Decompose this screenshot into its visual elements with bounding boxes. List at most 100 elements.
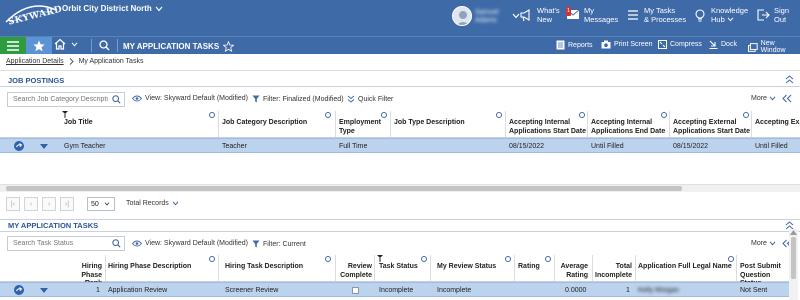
sort-arrow-icon[interactable] — [377, 255, 383, 262]
column-menu-icon[interactable] — [209, 256, 215, 262]
breadcrumb-link[interactable]: Application Details — [6, 58, 64, 65]
sign-out-button[interactable]: Sign Out — [756, 6, 789, 24]
dock-button[interactable]: Dock — [709, 40, 737, 49]
divider — [0, 70, 800, 71]
column-menu-icon[interactable] — [505, 256, 511, 262]
cell-my-review-status: Incomplete — [437, 287, 472, 294]
column-menu-icon[interactable] — [545, 256, 551, 262]
cell-job-category: Teacher — [222, 143, 247, 150]
search-icon[interactable] — [112, 239, 121, 248]
first-page-button[interactable]: |‹ — [6, 197, 20, 211]
collapse-up-icon[interactable] — [785, 75, 794, 84]
district-selector[interactable]: Orbit City District North — [62, 4, 163, 13]
column-menu-icon[interactable] — [325, 112, 331, 118]
column-divider — [374, 255, 375, 281]
col-review-complete[interactable]: Review Complete — [338, 263, 372, 280]
column-divider — [554, 255, 555, 281]
last-page-button[interactable]: ›| — [60, 197, 74, 211]
sort-arrow-icon[interactable] — [62, 111, 68, 118]
col-total-incomplete[interactable]: Total Incomplete — [594, 263, 632, 280]
col-task-status[interactable]: Task Status — [379, 263, 418, 272]
knowledge-hub-button[interactable]: Knowledge Hub — [693, 6, 748, 24]
messages-icon-wrap: 1 — [566, 7, 580, 21]
double-chevron-left-icon[interactable] — [782, 94, 792, 103]
column-menu-icon[interactable] — [579, 112, 585, 118]
job-category-search-input[interactable] — [13, 96, 109, 103]
view-selector[interactable]: View: Skyward Default (Modified) — [132, 240, 248, 247]
vertical-scrollbar[interactable] — [789, 229, 798, 300]
col-hiring-task-desc[interactable]: Hiring Task Description — [225, 263, 303, 272]
col-job-category[interactable]: Job Category Description — [222, 119, 307, 128]
expand-caret-icon[interactable] — [40, 144, 48, 149]
page-size-select[interactable]: 50 — [87, 197, 115, 211]
my-messages-button[interactable]: 1 My Messages — [566, 6, 618, 24]
table-row[interactable]: Gym Teacher Teacher Full Time 08/15/2022… — [0, 138, 800, 153]
compress-label: Compress — [670, 41, 702, 48]
search-icon — [99, 40, 110, 51]
knowledge-label-2: Hub — [711, 15, 725, 24]
expand-caret-icon[interactable] — [40, 288, 48, 293]
column-menu-icon[interactable] — [743, 112, 749, 118]
menu-button[interactable] — [0, 37, 26, 54]
scrollbar-thumb[interactable] — [6, 186, 682, 191]
col-hiring-phase-desc[interactable]: Hiring Phase Description — [108, 263, 191, 272]
new-window-button[interactable]: New Window — [748, 40, 800, 54]
sign-out-label-2: Out — [774, 15, 787, 24]
review-complete-checkbox[interactable] — [352, 287, 359, 294]
tasks-icon — [628, 10, 638, 20]
skyward-logo[interactable]: SKYWARD — [4, 2, 64, 34]
col-job-title[interactable]: Job Title — [64, 119, 93, 128]
column-menu-icon[interactable] — [421, 256, 427, 262]
task-status-search[interactable] — [7, 236, 125, 251]
col-average-rating[interactable]: Average Rating — [556, 263, 588, 280]
column-menu-icon[interactable] — [209, 112, 215, 118]
chevron-down-icon — [769, 96, 776, 101]
user-icon — [456, 11, 470, 25]
total-records-button[interactable]: Total Records — [126, 200, 179, 207]
more-menu-button[interactable]: More — [751, 95, 776, 102]
column-menu-icon[interactable] — [325, 256, 331, 262]
column-menu-icon[interactable] — [381, 112, 387, 118]
col-internal-end[interactable]: Accepting Internal Applications End Date — [591, 119, 669, 136]
more-menu-button[interactable]: More — [751, 240, 776, 247]
my-tasks-button[interactable]: My Tasks & Processes — [626, 6, 686, 24]
row-action-button[interactable] — [14, 141, 24, 151]
col-external-start[interactable]: Accepting External Applications Start Da… — [673, 119, 751, 136]
col-employment-type[interactable]: Employment Type — [339, 119, 381, 136]
prev-page-button[interactable]: ‹ — [24, 197, 38, 211]
row-action-button[interactable] — [14, 285, 24, 295]
nav-search-button[interactable] — [99, 40, 110, 51]
column-menu-icon[interactable] — [728, 256, 734, 262]
column-menu-icon[interactable] — [496, 112, 502, 118]
job-category-search[interactable] — [7, 92, 125, 107]
task-status-search-input[interactable] — [13, 240, 109, 247]
table-row[interactable]: 1 Application Review Screener Review Inc… — [0, 282, 789, 297]
scroll-up-icon[interactable] — [790, 230, 797, 235]
horizontal-scrollbar[interactable] — [0, 184, 800, 192]
print-screen-button[interactable]: Print Screen — [601, 40, 653, 49]
avatar[interactable] — [452, 6, 472, 26]
whats-new-label-1: What's — [537, 6, 560, 15]
compress-button[interactable]: Compress — [658, 40, 702, 49]
col-applicant-name[interactable]: Application Full Legal Name — [638, 263, 732, 272]
col-external-end[interactable]: Accepting Ex... — [755, 119, 800, 128]
scrollbar-thumb[interactable] — [791, 237, 796, 279]
home-button[interactable] — [54, 38, 78, 50]
favorites-button[interactable] — [26, 37, 52, 54]
user-name[interactable]: Samuel Adams — [475, 9, 499, 25]
column-menu-icon[interactable] — [661, 112, 667, 118]
arrow-right-icon — [15, 287, 22, 292]
col-rating[interactable]: Rating — [518, 263, 540, 272]
whats-new-button[interactable]: What's New — [519, 6, 560, 24]
reports-button[interactable]: Reports — [556, 40, 593, 50]
quick-filter-button[interactable]: Quick Filter — [347, 95, 393, 103]
col-job-type[interactable]: Job Type Description — [394, 119, 465, 128]
view-selector[interactable]: View: Skyward Default (Modified) — [132, 95, 248, 102]
filter-selector[interactable]: Filter: Finalized (Modified) — [252, 95, 344, 103]
filter-selector[interactable]: Filter: Current — [252, 240, 306, 248]
favorite-star-icon[interactable] — [223, 41, 235, 52]
next-page-button[interactable]: › — [42, 197, 56, 211]
col-my-review-status[interactable]: My Review Status — [437, 263, 496, 272]
search-icon[interactable] — [112, 95, 121, 104]
col-internal-start[interactable]: Accepting Internal Applications Start Da… — [509, 119, 587, 136]
